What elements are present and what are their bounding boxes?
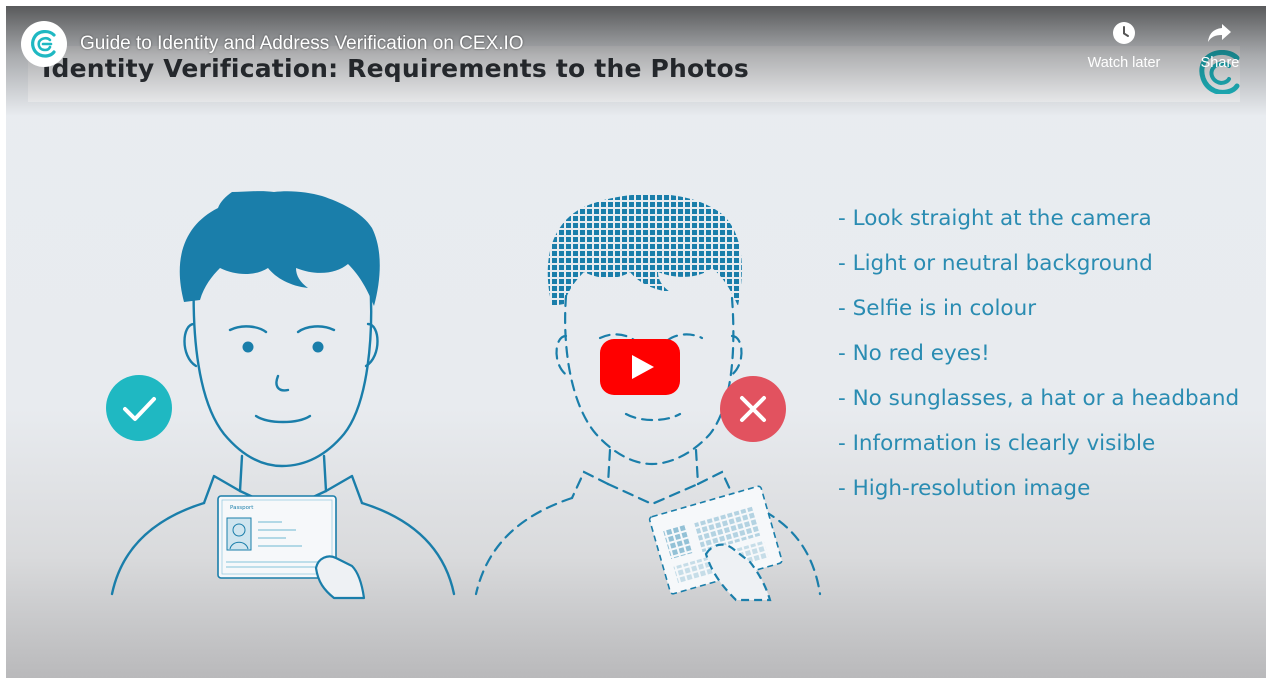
- youtube-play-icon[interactable]: [600, 339, 680, 395]
- clock-icon: [1113, 22, 1135, 44]
- good-example-eye-right: [312, 341, 324, 353]
- channel-logo[interactable]: [21, 21, 67, 67]
- requirement-item: - No red eyes!: [838, 341, 990, 366]
- video-title[interactable]: Guide to Identity and Address Verificati…: [80, 33, 524, 55]
- share-button[interactable]: Share: [1194, 21, 1246, 71]
- video-player[interactable]: Identity Verification: Requirements to t…: [6, 6, 1266, 678]
- passport-label: Passport: [230, 505, 254, 511]
- requirements-list: - Look straight at the camera - Light or…: [838, 196, 1239, 511]
- share-arrow-icon: [1208, 24, 1231, 42]
- good-example-eye-left: [242, 341, 254, 353]
- good-example-hair: [179, 191, 380, 306]
- blurry-card: [648, 485, 783, 595]
- requirement-item: - Information is clearly visible: [838, 431, 1156, 456]
- good-example-hand: [314, 555, 366, 600]
- bad-example-hair: [547, 194, 742, 306]
- requirement-item: - Look straight at the camera: [838, 206, 1152, 231]
- requirement-item: - Light or neutral background: [838, 251, 1153, 276]
- requirement-item: - Selfie is in colour: [838, 296, 1037, 321]
- watch-later-label: Watch later: [1087, 55, 1161, 71]
- requirement-item: - High-resolution image: [838, 476, 1091, 501]
- watch-later-button[interactable]: Watch later: [1079, 21, 1169, 71]
- checkmark-icon: [106, 375, 172, 441]
- cex-logo-icon: [31, 30, 56, 58]
- share-label: Share: [1200, 55, 1240, 71]
- requirement-item: - No sunglasses, a hat or a headband: [838, 386, 1240, 411]
- cross-icon: [720, 376, 786, 442]
